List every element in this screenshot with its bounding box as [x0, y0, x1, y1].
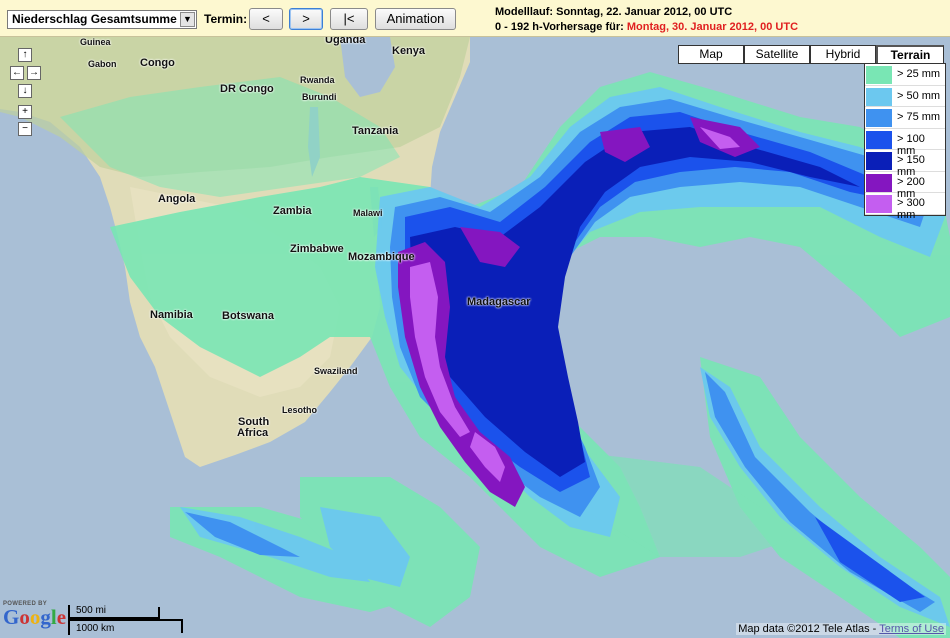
pan-down-icon[interactable]: ↓ — [18, 84, 32, 98]
place-kenya: Kenya — [392, 45, 426, 57]
termin-label: Termin: — [204, 12, 248, 26]
scale-tick-start — [68, 605, 70, 635]
prev-button[interactable]: < — [249, 8, 283, 30]
forecast-date: Montag, 30. Januar 2012, 00 UTC — [626, 21, 799, 33]
forecast-prefix: 0 - 192 h-Vorhersage für: — [495, 21, 624, 33]
toolbar: Niederschlag Gesamtsumme ▼ Termin: < > |… — [0, 0, 950, 37]
legend-swatch — [866, 195, 892, 213]
place-swaziland: Swaziland — [314, 366, 358, 376]
chevron-down-icon[interactable]: ▼ — [180, 12, 195, 27]
legend-row: > 100 mm — [865, 129, 945, 157]
forecast-text: 0 - 192 h-Vorhersage für: Montag, 30. Ja… — [495, 21, 798, 33]
place-madagascar: Madagascar — [467, 296, 531, 308]
place-south-africa-line2: Africa — [237, 427, 269, 439]
precipitation-legend: > 25 mm > 50 mm > 75 mm > 100 mm > 150 mm > 2… — [864, 63, 946, 221]
model-run-text: Modelllauf: Sonntag, 22. Januar 2012, 00… — [495, 6, 733, 18]
place-namibia: Namibia — [150, 309, 193, 321]
terrain-map — [0, 37, 950, 638]
place-angola: Angola — [158, 193, 196, 205]
place-uganda: Uganda — [325, 37, 366, 46]
product-select-value: Niederschlag Gesamtsumme — [12, 12, 177, 26]
legend-label: > 25 mm — [897, 68, 941, 80]
map-canvas[interactable]: Guinea Gabon Congo DR Congo Uganda Kenya… — [0, 37, 950, 638]
place-guinea: Guinea — [80, 37, 111, 47]
place-congo: Congo — [140, 57, 175, 69]
scale-tick-miles — [158, 607, 160, 619]
legend-row: > 50 mm — [865, 86, 945, 107]
legend-row: > 300 mm — [865, 193, 945, 221]
animation-button[interactable]: Animation — [375, 8, 456, 30]
next-button[interactable]: > — [289, 8, 323, 30]
maptype-hybrid-button[interactable]: Hybrid — [810, 45, 876, 64]
pan-left-icon[interactable]: ← — [10, 66, 24, 80]
scale-bar-km — [68, 619, 183, 621]
legend-swatch — [866, 130, 892, 149]
place-zambia: Zambia — [273, 205, 312, 217]
place-burundi: Burundi — [302, 92, 337, 102]
legend-swatch — [866, 109, 892, 127]
first-button[interactable]: |< — [330, 8, 368, 30]
place-zimbabwe: Zimbabwe — [290, 243, 344, 255]
place-mozambique: Mozambique — [348, 251, 415, 263]
place-malawi: Malawi — [353, 208, 383, 218]
zoom-in-icon[interactable]: + — [18, 105, 32, 119]
legend-swatch — [866, 87, 892, 106]
maptype-map-button[interactable]: Map — [678, 45, 744, 64]
place-dr-congo: DR Congo — [220, 83, 274, 95]
copyright-text: Map data ©2012 Tele Atlas - — [738, 623, 880, 635]
maptype-satellite-button[interactable]: Satellite — [744, 45, 810, 64]
google-wordmark: Google — [3, 605, 67, 629]
terms-of-use-link[interactable]: Terms of Use — [879, 623, 944, 635]
legend-label: > 50 mm — [897, 89, 941, 102]
place-botswana: Botswana — [222, 310, 274, 322]
place-rwanda: Rwanda — [300, 75, 335, 85]
place-lesotho: Lesotho — [282, 405, 317, 415]
place-gabon: Gabon — [88, 59, 117, 69]
zoom-out-icon[interactable]: − — [18, 122, 32, 136]
legend-row: > 75 mm — [865, 107, 945, 129]
scale-miles: 500 mi — [76, 605, 107, 616]
place-tanzania: Tanzania — [352, 125, 399, 137]
google-logo[interactable]: POWERED BY Google — [3, 601, 66, 628]
map-copyright: Map data ©2012 Tele Atlas - Terms of Use — [736, 623, 946, 635]
legend-row: > 200 mm — [865, 172, 945, 200]
scale-bar: 500 mi 1000 km — [68, 605, 188, 635]
legend-swatch — [866, 66, 892, 84]
pan-up-icon[interactable]: ↑ — [18, 48, 32, 62]
legend-row: > 25 mm — [865, 64, 945, 86]
scale-tick-km — [181, 619, 183, 633]
scale-km: 1000 km — [76, 623, 115, 634]
legend-row: > 150 mm — [865, 150, 945, 178]
maptype-terrain-button[interactable]: Terrain — [876, 45, 944, 64]
legend-label: > 75 mm — [897, 111, 941, 123]
legend-label: > 300 mm — [897, 197, 925, 221]
pan-right-icon[interactable]: → — [27, 66, 41, 80]
legend-swatch — [866, 173, 892, 192]
legend-swatch — [866, 152, 892, 170]
product-select[interactable]: Niederschlag Gesamtsumme ▼ — [7, 10, 197, 29]
